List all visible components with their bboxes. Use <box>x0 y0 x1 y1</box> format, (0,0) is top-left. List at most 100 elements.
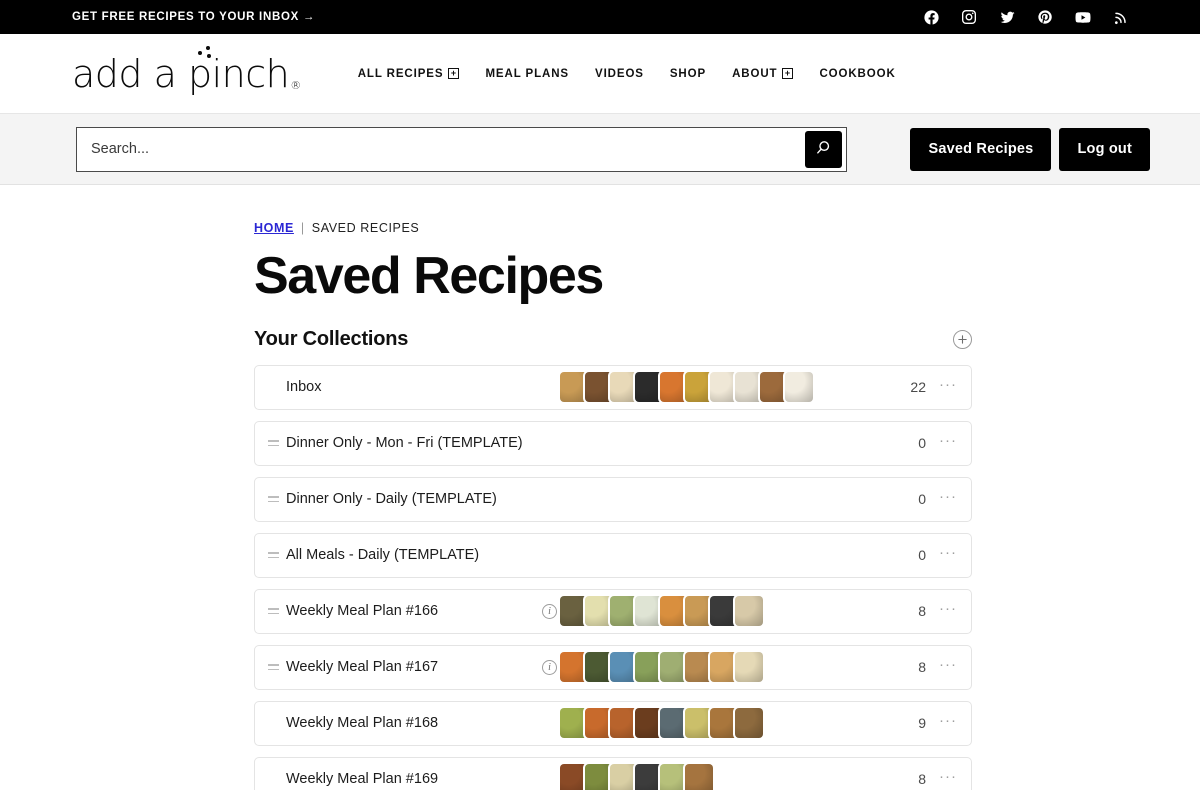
facebook-icon[interactable] <box>922 8 940 26</box>
nav-label: COOKBOOK <box>819 67 896 80</box>
collection-row[interactable]: Weekly Meal Plan #167 i 8 ··· <box>254 644 972 690</box>
recipe-thumbnail <box>585 372 613 403</box>
collection-row[interactable]: Inbox 22 ··· <box>254 364 972 410</box>
site-header: add a pinch® ALL RECIPES + MEAL PLANS VI… <box>0 34 1200 114</box>
collections-heading: Your Collections <box>254 327 409 350</box>
recipe-thumbnail <box>735 652 763 683</box>
content-container: HOME | SAVED RECIPES Saved Recipes Your … <box>254 221 974 790</box>
nav-item-meal-plans[interactable]: MEAL PLANS <box>485 68 569 80</box>
recipe-thumbnail <box>685 652 713 683</box>
recipe-count: 9 <box>918 715 926 732</box>
add-collection-icon[interactable] <box>953 329 972 349</box>
row-menu-icon[interactable]: ··· <box>939 713 957 733</box>
chevron-plus-icon: + <box>448 68 460 79</box>
nav-label: VIDEOS <box>595 67 644 80</box>
row-menu-icon[interactable]: ··· <box>939 489 957 509</box>
recipe-thumbnail <box>635 652 663 683</box>
recipe-thumbnail <box>710 372 738 403</box>
logo-text: add a pinch <box>72 51 290 96</box>
drag-handle-icon[interactable] <box>268 440 281 447</box>
drag-handle-icon[interactable] <box>268 608 281 615</box>
recipe-thumbnail <box>560 596 588 627</box>
instagram-icon[interactable] <box>960 8 978 26</box>
announcement-bar: GET FREE RECIPES TO YOUR INBOX → <box>0 0 1200 34</box>
site-logo[interactable]: add a pinch® <box>72 45 301 96</box>
row-menu-icon[interactable]: ··· <box>939 657 957 677</box>
youtube-icon[interactable] <box>1074 8 1092 26</box>
recipe-thumbnail <box>660 764 688 790</box>
collection-name: All Meals - Daily (TEMPLATE) <box>286 547 480 564</box>
recipe-thumbnail-strip <box>560 596 763 627</box>
row-actions: 22 ··· <box>910 377 957 397</box>
recipe-count: 0 <box>918 491 926 508</box>
recipe-thumbnail <box>560 652 588 683</box>
drag-handle-icon[interactable] <box>268 552 281 559</box>
recipe-thumbnail <box>660 652 688 683</box>
search-container <box>76 126 847 172</box>
recipe-thumbnail <box>735 372 763 403</box>
recipe-thumbnail <box>735 708 763 739</box>
search-input[interactable] <box>77 127 805 171</box>
drag-handle-icon[interactable] <box>268 664 281 671</box>
page-title: Saved Recipes <box>254 247 604 305</box>
collection-row[interactable]: Weekly Meal Plan #169 8 ··· <box>254 756 972 790</box>
recipe-thumbnail <box>585 652 613 683</box>
recipe-thumbnail <box>710 708 738 739</box>
promo-link[interactable]: GET FREE RECIPES TO YOUR INBOX → <box>72 11 315 23</box>
collection-row[interactable]: Dinner Only - Daily (TEMPLATE) 0 ··· <box>254 476 972 522</box>
collection-row[interactable]: Weekly Meal Plan #168 9 ··· <box>254 700 972 746</box>
recipe-thumbnail <box>610 596 638 627</box>
nav-item-shop[interactable]: SHOP <box>670 68 706 80</box>
recipe-thumbnail <box>610 652 638 683</box>
collections-header: Your Collections <box>254 328 972 351</box>
row-actions: 9 ··· <box>910 713 957 733</box>
nav-item-cookbook[interactable]: COOKBOOK <box>819 68 895 80</box>
rss-icon[interactable] <box>1112 8 1130 26</box>
recipe-thumbnail <box>660 372 688 403</box>
chevron-plus-icon: + <box>782 68 794 79</box>
row-actions: 0 ··· <box>910 545 957 565</box>
nav-item-about[interactable]: ABOUT + <box>732 68 794 80</box>
recipe-thumbnail <box>685 596 713 627</box>
row-menu-icon[interactable]: ··· <box>939 769 957 789</box>
recipe-thumbnail <box>785 372 813 403</box>
row-actions: 0 ··· <box>910 433 957 453</box>
row-menu-icon[interactable]: ··· <box>939 601 957 621</box>
row-menu-icon[interactable]: ··· <box>939 433 957 453</box>
recipe-thumbnail <box>685 708 713 739</box>
row-menu-icon[interactable]: ··· <box>939 377 957 397</box>
recipe-thumbnail <box>585 596 613 627</box>
nav-label: SHOP <box>669 67 707 80</box>
logo-registered-mark: ® <box>290 78 301 92</box>
info-icon[interactable]: i <box>542 659 557 675</box>
collection-name: Weekly Meal Plan #169 <box>286 771 439 788</box>
logout-button[interactable]: Log out <box>1059 127 1150 171</box>
collection-name: Weekly Meal Plan #166 <box>286 603 439 620</box>
saved-recipes-button[interactable]: Saved Recipes <box>910 127 1052 171</box>
collection-name: Dinner Only - Mon - Fri (TEMPLATE) <box>286 435 523 452</box>
pinterest-icon[interactable] <box>1036 8 1054 26</box>
twitter-icon[interactable] <box>998 8 1016 26</box>
breadcrumb-home-link[interactable]: HOME <box>254 221 294 235</box>
nav-item-videos[interactable]: VIDEOS <box>595 68 644 80</box>
info-icon[interactable]: i <box>542 603 557 619</box>
drag-handle-icon[interactable] <box>268 496 281 503</box>
recipe-thumbnail <box>635 708 663 739</box>
collection-row[interactable]: All Meals - Daily (TEMPLATE) 0 ··· <box>254 532 972 578</box>
recipe-count: 22 <box>910 379 926 396</box>
nav-label: ALL RECIPES <box>357 67 444 80</box>
recipe-thumbnail <box>610 372 638 403</box>
collection-row[interactable]: Dinner Only - Mon - Fri (TEMPLATE) 0 ··· <box>254 420 972 466</box>
collection-row[interactable]: Weekly Meal Plan #166 i 8 ··· <box>254 588 972 634</box>
recipe-count: 8 <box>918 771 926 788</box>
recipe-thumbnail <box>735 596 763 627</box>
header-actions: Saved Recipes Log out <box>910 127 1150 171</box>
nav-item-all-recipes[interactable]: ALL RECIPES + <box>358 68 460 80</box>
collection-name: Inbox <box>286 379 322 396</box>
row-actions: 8 ··· <box>910 657 957 677</box>
row-menu-icon[interactable]: ··· <box>939 545 957 565</box>
social-links <box>922 8 1130 26</box>
logo-dots-decoration <box>196 45 218 60</box>
search-button[interactable] <box>805 130 842 168</box>
collection-name: Weekly Meal Plan #167 <box>286 659 439 676</box>
